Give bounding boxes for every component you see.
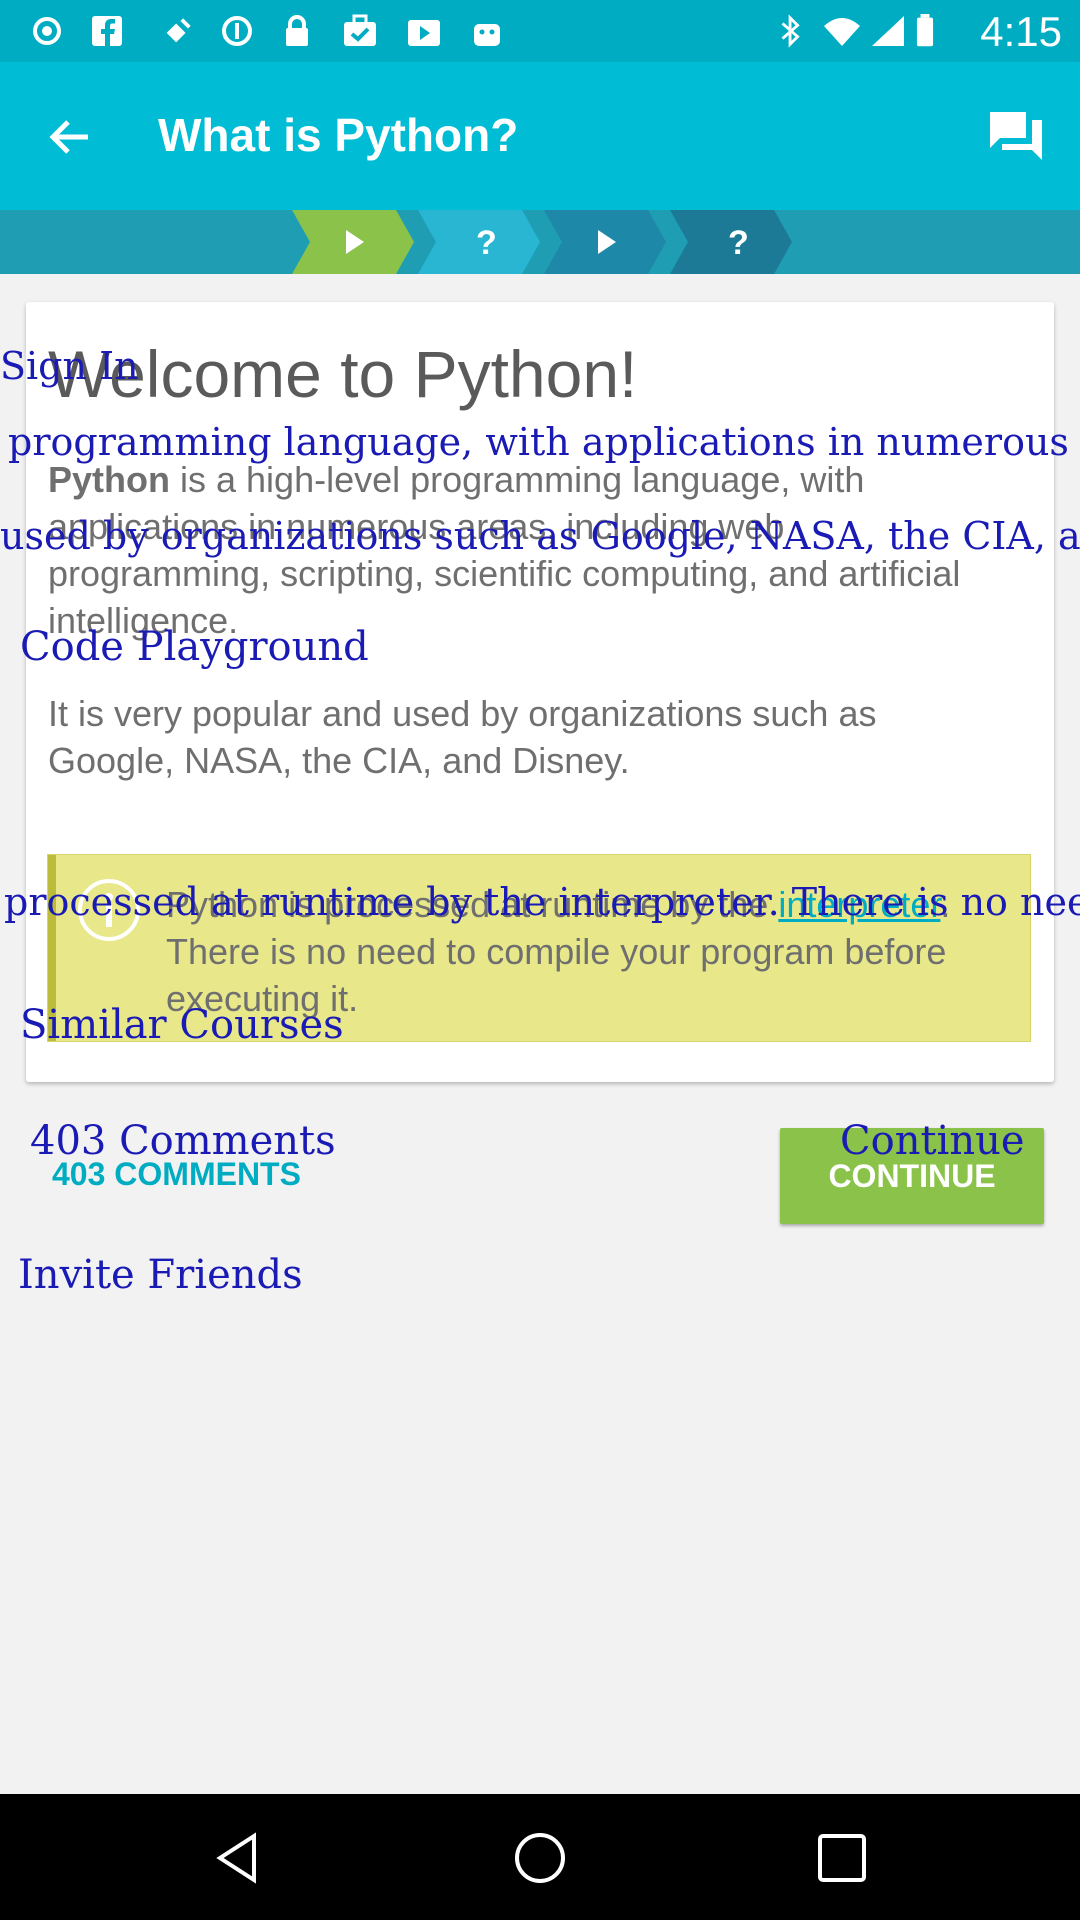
sign-in-label[interactable]: Sign In <box>0 344 139 388</box>
page-title: What is Python? <box>158 109 519 161</box>
nav-back-icon[interactable] <box>210 1830 266 1886</box>
status-time: 4:15 <box>980 8 1062 55</box>
notification-dot-icon <box>33 17 61 45</box>
question-icon: ? <box>728 224 749 262</box>
step-quiz-1[interactable]: ? <box>418 210 544 274</box>
satellite-icon <box>166 18 191 43</box>
facebook-icon <box>92 16 122 46</box>
privacy-icon <box>222 16 252 46</box>
android-icon <box>474 24 500 46</box>
python-bold: Python <box>48 459 170 500</box>
code-playground-label[interactable]: Code Playground <box>20 624 369 670</box>
invite-friends-label[interactable]: Invite Friends <box>18 1252 303 1298</box>
bluetooth-icon <box>781 14 800 48</box>
wifi-icon <box>824 18 860 46</box>
nav-home-icon[interactable] <box>512 1830 568 1886</box>
app-bar: What is Python? <box>0 62 1080 210</box>
lock-icon <box>286 15 308 46</box>
step-play-2[interactable] <box>544 210 670 274</box>
overlay-paragraph-2: used by organizations such as Google, NA… <box>0 514 1080 558</box>
comments-label[interactable]: 403 Comments <box>30 1118 336 1164</box>
signal-icon <box>872 16 904 46</box>
lesson-paragraph-2: It is very popular and used by organizat… <box>48 693 877 781</box>
step-play-1[interactable] <box>292 210 418 274</box>
system-nav-bar <box>0 1794 1080 1920</box>
overlay-paragraph-1: programming language, with applications … <box>8 420 1069 464</box>
status-bar: 4:15 <box>0 0 1080 62</box>
nav-recents-icon[interactable] <box>816 1832 868 1884</box>
similar-courses-label[interactable]: Similar Courses <box>20 1002 344 1048</box>
battery-icon <box>916 14 934 47</box>
back-arrow-icon[interactable] <box>44 112 94 162</box>
question-icon: ? <box>476 224 497 262</box>
step-quiz-2[interactable]: ? <box>670 210 796 274</box>
continue-label[interactable]: Continue <box>840 1118 1025 1164</box>
overlay-note: processed at runtime by the interpreter.… <box>4 880 1080 924</box>
briefcase-icon <box>344 14 376 46</box>
play-store-icon <box>408 20 440 46</box>
lesson-progress: ? ? <box>0 210 1080 274</box>
comments-icon[interactable] <box>986 108 1046 164</box>
